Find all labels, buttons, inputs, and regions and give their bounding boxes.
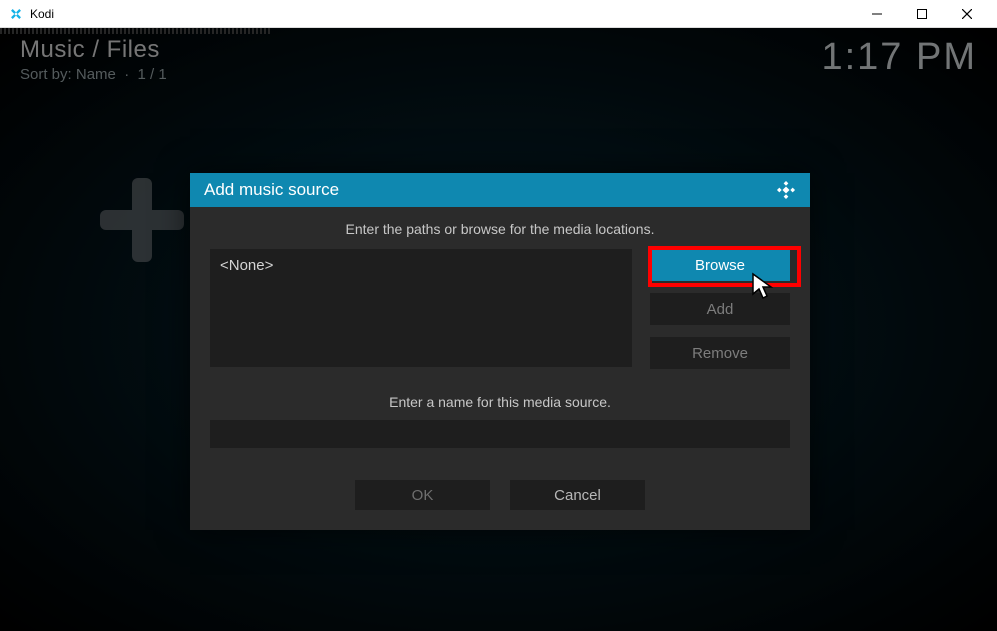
- kodi-diamond-icon: [776, 180, 796, 200]
- path-item[interactable]: <None>: [220, 257, 622, 274]
- browse-button-label: Browse: [695, 257, 745, 274]
- add-music-source-dialog: Add music source Enter the paths or brow…: [190, 173, 810, 530]
- cancel-button[interactable]: Cancel: [510, 480, 645, 510]
- minimize-button[interactable]: [854, 0, 899, 28]
- window-title: Kodi: [30, 7, 854, 21]
- cancel-button-label: Cancel: [554, 487, 601, 504]
- ok-button-label: OK: [412, 487, 434, 504]
- ok-button[interactable]: OK: [355, 480, 490, 510]
- maximize-button[interactable]: [899, 0, 944, 28]
- paths-instruction: Enter the paths or browse for the media …: [210, 217, 790, 249]
- remove-button[interactable]: Remove: [650, 337, 790, 369]
- remove-button-label: Remove: [692, 345, 748, 362]
- add-button-label: Add: [707, 301, 734, 318]
- source-name-input[interactable]: [210, 420, 790, 448]
- kodi-app: Music / Files Sort by: Name · 1 / 1 1:17…: [0, 28, 997, 631]
- close-button[interactable]: [944, 0, 989, 28]
- window-titlebar: Kodi: [0, 0, 997, 28]
- browse-button[interactable]: Browse: [650, 249, 790, 281]
- dialog-header: Add music source: [190, 173, 810, 207]
- dialog-bottom-buttons: OK Cancel: [210, 480, 790, 510]
- side-buttons: Browse Add Remove: [650, 249, 790, 369]
- dialog-body: Enter the paths or browse for the media …: [190, 207, 810, 530]
- paths-row: <None> Browse Add Remove: [210, 249, 790, 369]
- name-instruction: Enter a name for this media source.: [210, 394, 790, 410]
- add-button[interactable]: Add: [650, 293, 790, 325]
- kodi-logo-icon: [8, 6, 24, 22]
- paths-listbox[interactable]: <None>: [210, 249, 632, 367]
- dialog-title: Add music source: [204, 180, 339, 200]
